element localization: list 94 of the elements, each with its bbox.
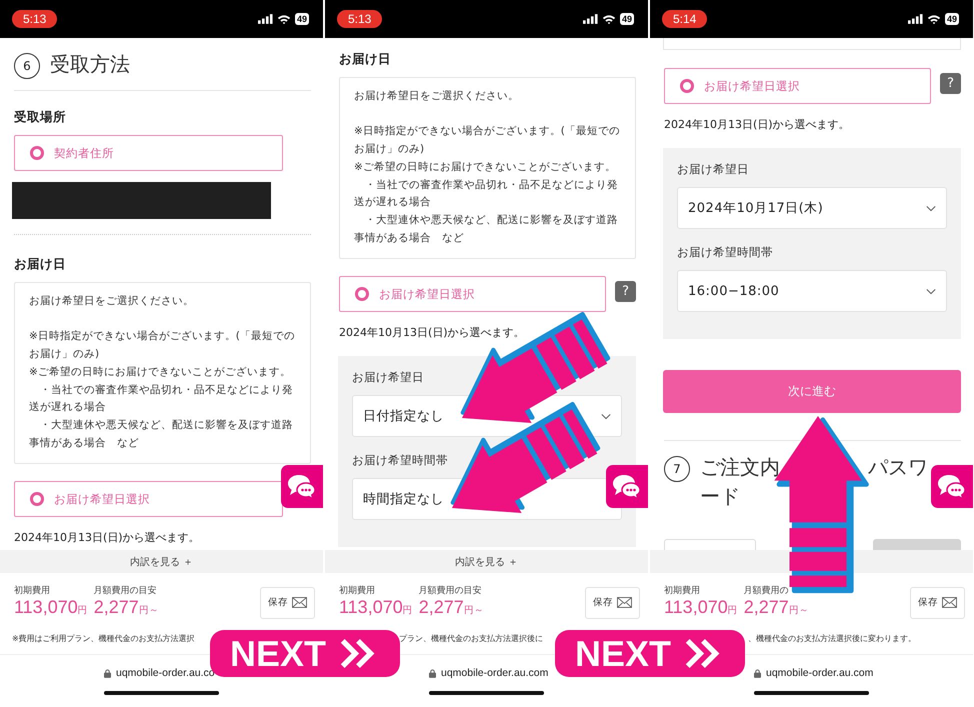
wifi-icon	[276, 14, 291, 24]
fee-disclaimer: プラン、機種代金のお支払方法選択後に	[399, 632, 543, 644]
breakdown-link[interactable]: 内訳を見る ＋	[454, 554, 518, 568]
notice-text: ※ご希望の日時にお届けできないことがございます。	[29, 364, 292, 380]
url-text: uqmobile-order.au.co	[116, 667, 215, 679]
radio-icon	[680, 79, 694, 93]
signal-icon	[582, 14, 598, 24]
fee-label: 初期費用	[339, 584, 376, 596]
battery-level: 49	[620, 13, 634, 25]
notice-text: ・当社での審査作業や品切れ・品不足などにより発送が遅れる場合	[29, 382, 294, 416]
chat-icon	[287, 474, 317, 500]
fee-disclaimer: ※費用はご利用プラン、機種代金のお支払方法選択	[12, 632, 195, 644]
field-label: お届け希望時間帯	[677, 245, 774, 260]
date-note: 2024年10月13日(日)から選べます。	[339, 325, 526, 340]
help-button[interactable]: ?	[940, 73, 961, 94]
field-label: お届け希望日	[352, 370, 425, 386]
price-value: 113,070円	[339, 596, 413, 618]
date-note: 2024年10月13日(日)から選べます。	[14, 530, 201, 546]
clock-time: 5:13	[12, 10, 58, 28]
dropdown-field[interactable]: 16:00−18:00	[677, 270, 947, 312]
banner-text: NEXT	[230, 634, 326, 674]
fee-label: 月額費用の	[744, 584, 790, 596]
lock-icon	[429, 668, 436, 678]
fee-label: 初期費用	[664, 584, 701, 596]
save-button[interactable]: 保存	[585, 586, 640, 618]
step-title: パスワ	[868, 454, 928, 481]
price-value: 113,070円	[664, 596, 738, 618]
step-title: ード	[700, 483, 741, 510]
notice-text: お届け希望日をご選択ください。	[354, 89, 520, 104]
dropdown-value: 時間指定なし	[363, 491, 444, 508]
fee-label: 月額費用の目安	[94, 584, 158, 596]
double-chevron-icon	[340, 638, 376, 669]
envelope-icon	[942, 597, 957, 608]
help-button[interactable]: ?	[615, 281, 636, 302]
chevron-down-icon	[926, 288, 936, 294]
date-note: 2024年10月13日(日)から選べます。	[664, 117, 851, 132]
lock-icon	[754, 668, 761, 678]
price-value: 113,070円	[14, 596, 88, 618]
signal-icon	[258, 14, 273, 24]
chat-button[interactable]	[606, 465, 648, 508]
fee-label: 初期費用	[14, 584, 51, 596]
notice-text: ・大型連休や悪天候など、配送に影響を及ぼす道路事情がある場合 など	[354, 212, 619, 246]
field-label: お届け希望時間帯	[352, 453, 449, 468]
fee-label: 月額費用の目安	[418, 584, 483, 596]
section-label: 受取場所	[14, 109, 67, 124]
section-label: お届け日	[339, 51, 392, 66]
step-number: 6	[14, 53, 40, 79]
url-text: uqmobile-order.au.com	[441, 667, 548, 679]
chat-icon	[937, 474, 967, 500]
radio-icon	[30, 492, 44, 506]
banner-text: NEXT	[575, 634, 672, 674]
chat-button[interactable]	[281, 465, 323, 508]
dropdown-field[interactable]: 2024年10月17日(木)	[677, 187, 947, 229]
fee-disclaimer: 、機種代金のお支払方法選択後に変わります。	[748, 632, 916, 644]
step-number: 7	[664, 456, 690, 482]
clock-time: 5:14	[662, 10, 708, 28]
notice-text: ※日時指定ができない場合がございます。(「最短でのお届け」のみ)	[29, 329, 296, 362]
chat-icon	[612, 474, 642, 500]
breakdown-link[interactable]: 内訳を見る ＋	[130, 554, 194, 568]
breakdown-bar[interactable]: 内訳を見る ＋	[325, 550, 648, 573]
save-button[interactable]: 保存	[910, 586, 965, 618]
price-value: 2,277 円～	[744, 596, 809, 618]
notice-text: ※日時指定ができない場合がございます。(「最短でのお届け」のみ)	[354, 124, 621, 158]
radio-icon	[355, 287, 369, 302]
chevron-down-icon	[926, 204, 936, 212]
signal-icon	[908, 14, 923, 24]
envelope-icon	[292, 597, 307, 608]
notice-text: ※ご希望の日時にお届けできないことがございます。	[354, 160, 617, 175]
chat-button[interactable]	[931, 465, 973, 508]
step-title: 受取方法	[50, 51, 130, 78]
notice-text: お届け希望日をご選択ください。	[29, 294, 195, 309]
dropdown-value: 16:00−18:00	[688, 284, 780, 298]
radio-icon	[30, 146, 44, 160]
step-title: ご注文内	[700, 454, 780, 481]
breakdown-bar[interactable]: 内訳を見る ＋	[0, 550, 323, 573]
envelope-icon	[617, 597, 632, 608]
dropdown-value: 日付指定なし	[363, 408, 444, 426]
wifi-icon	[926, 14, 941, 24]
dropdown-value: 2024年10月17日(木)	[688, 200, 824, 217]
save-button[interactable]: 保存	[260, 586, 315, 618]
clock-time: 5:13	[337, 10, 382, 28]
field-label: お届け希望日	[677, 162, 750, 177]
double-chevron-icon	[685, 638, 722, 669]
section-label: お届け日	[14, 256, 67, 271]
battery-level: 49	[944, 13, 959, 25]
notice-text: ・当社での審査作業や品切れ・品不足などにより発送が遅れる場合	[354, 178, 619, 210]
wifi-icon	[602, 14, 616, 24]
chevron-down-icon	[601, 412, 611, 420]
url-text: uqmobile-order.au.com	[766, 667, 874, 679]
lock-icon	[104, 668, 111, 678]
price-value: 2,277 円～	[94, 596, 159, 618]
battery-level: 49	[294, 13, 309, 25]
price-value: 2,277 円～	[418, 596, 484, 618]
notice-text: ・大型連休や悪天候など、配送に影響を及ぼす道路事情がある場合 など	[29, 418, 294, 451]
